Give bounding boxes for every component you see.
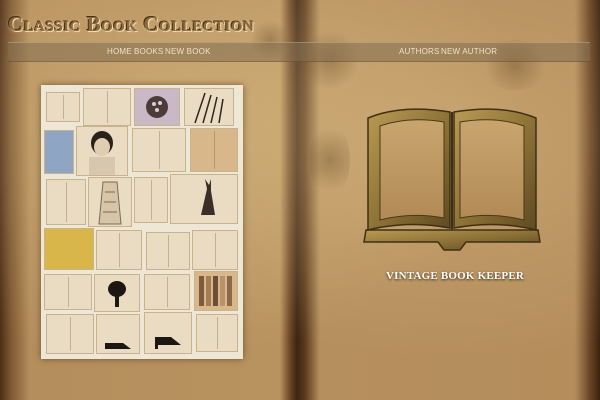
collage-tile bbox=[190, 128, 238, 172]
book-collage-image bbox=[41, 85, 243, 359]
book-spines-illustration bbox=[199, 276, 232, 306]
collage-tile bbox=[88, 177, 132, 227]
collage-tile bbox=[192, 230, 238, 270]
sketch-illustration bbox=[194, 92, 224, 124]
collage-tile bbox=[94, 274, 140, 312]
collage-tile bbox=[46, 92, 80, 122]
collage-tile bbox=[134, 177, 168, 223]
nav-books-link[interactable]: BOOKS bbox=[134, 47, 163, 56]
collage-tile bbox=[146, 232, 190, 270]
tagline-caption: VINTAGE BOOK KEEPER bbox=[385, 270, 525, 282]
nav-new-author-link[interactable]: NEW AUTHOR bbox=[441, 47, 497, 56]
nav-home-link[interactable]: HOME bbox=[107, 47, 132, 56]
collage-tile bbox=[46, 179, 86, 225]
collage-tile bbox=[96, 230, 142, 270]
silhouette-illustration bbox=[108, 281, 126, 307]
cake-illustration bbox=[146, 96, 168, 118]
shoe-illustration bbox=[155, 337, 181, 349]
collage-tile bbox=[44, 274, 92, 310]
collage-tile bbox=[44, 130, 74, 174]
open-book-icon bbox=[362, 102, 542, 252]
top-navbar: HOME BOOKS NEW BOOK AUTHORS NEW AUTHOR bbox=[8, 42, 590, 62]
collage-tile bbox=[184, 88, 234, 126]
collage-tile bbox=[196, 314, 238, 352]
nav-new-book-link[interactable]: NEW BOOK bbox=[165, 47, 211, 56]
collage-tile bbox=[96, 314, 140, 354]
nav-authors-link[interactable]: AUTHORS bbox=[399, 47, 440, 56]
collage-tile bbox=[46, 314, 94, 354]
collage-tile bbox=[144, 312, 192, 354]
collage-tile bbox=[83, 88, 131, 126]
collage-tile bbox=[76, 126, 128, 176]
collage-tile bbox=[170, 174, 238, 224]
rabbit-illustration bbox=[201, 179, 215, 215]
collage-tile bbox=[44, 228, 94, 270]
collage-tile bbox=[194, 271, 238, 311]
portrait-illustration bbox=[89, 131, 115, 175]
shoe-illustration bbox=[105, 343, 131, 349]
collage-tile bbox=[134, 88, 180, 126]
dress-illustration bbox=[98, 181, 122, 225]
page-stain bbox=[310, 120, 350, 200]
site-title: Classic Book Collection bbox=[8, 12, 255, 36]
collage-tile bbox=[144, 274, 190, 310]
collage-tile bbox=[132, 128, 186, 172]
